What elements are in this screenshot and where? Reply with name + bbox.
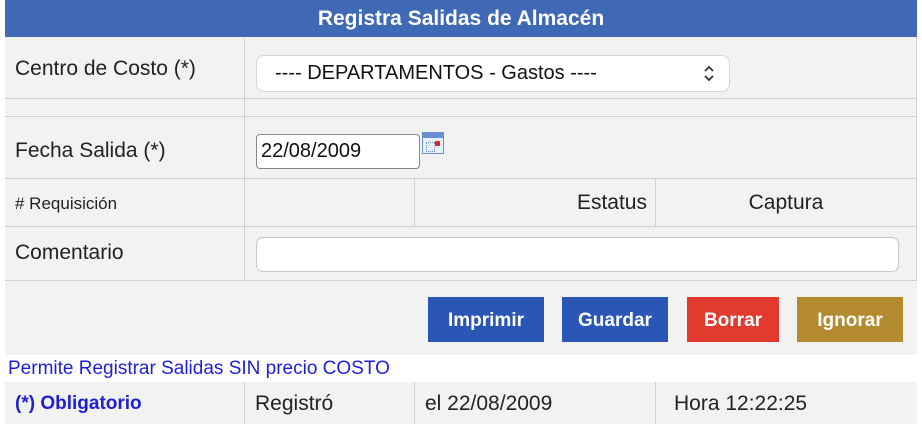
centro-de-costo-value: ---- DEPARTAMENTOS - Gastos ---- [275,62,597,84]
captura-label: Captura [748,191,824,214]
requisicion-label-cell: # Requisición [5,179,245,227]
imprimir-button[interactable]: Imprimir [428,297,544,342]
calendar-icon[interactable] [422,132,444,154]
estatus-label: Estatus [576,191,647,214]
salidas-form-window: Registra Salidas de Almacén Centro de Co… [0,0,922,424]
fecha-salida-label: Fecha Salida (*) [15,139,166,162]
chevron-updown-icon [703,56,715,104]
obligatorio-label: (*) Obligatorio [5,382,245,424]
comentario-input[interactable] [256,237,899,272]
captura-cell: Captura [656,179,917,227]
fecha-label-cell: Fecha Salida (*) [5,117,245,179]
ignorar-button[interactable]: Ignorar [797,297,903,342]
comentario-label-cell: Comentario [5,227,245,281]
centro-label-cell: Centro de Costo (*) [5,37,245,99]
fecha-salida-input[interactable]: 22/08/2009 [256,134,420,169]
centro-de-costo-label: Centro de Costo (*) [15,57,196,80]
guardar-button[interactable]: Guardar [562,297,668,342]
spacer-cell-right [245,99,917,117]
registro-hora: Hora 12:22:25 [674,392,808,415]
requisicion-value-cell [245,179,415,227]
requisicion-label: # Requisición [15,194,118,213]
footer-row: (*) Obligatorio Registró el 22/08/2009 H… [5,382,917,424]
spacer-cell-left [5,99,245,117]
sin-precio-note: Permite Registrar Salidas SIN precio COS… [8,358,390,379]
registro-fecha: el 22/08/2009 [415,382,656,424]
page-title: Registra Salidas de Almacén [5,0,917,37]
registro-label: Registró [245,382,415,424]
comentario-label: Comentario [15,241,124,264]
centro-de-costo-select[interactable]: ---- DEPARTAMENTOS - Gastos ---- [256,55,730,92]
borrar-button[interactable]: Borrar [687,297,779,342]
estatus-cell: Estatus [415,179,656,227]
